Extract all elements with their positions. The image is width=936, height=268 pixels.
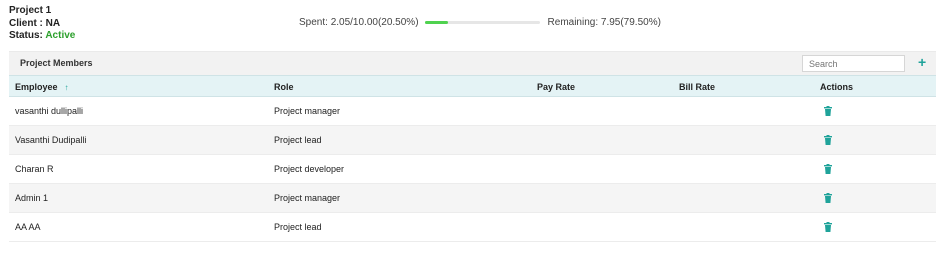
budget-progress-fill xyxy=(424,21,449,24)
trash-icon[interactable] xyxy=(824,164,832,174)
budget-progress-bar xyxy=(424,21,540,24)
employee-cell: Charan R xyxy=(15,164,54,174)
panel-title: Project Members xyxy=(20,58,93,68)
column-role[interactable]: Role xyxy=(274,82,294,92)
project-client: Client : NA xyxy=(9,17,61,29)
search-input[interactable] xyxy=(802,55,905,72)
column-employee[interactable]: Employee ↑ xyxy=(15,82,69,92)
plus-icon[interactable]: + xyxy=(918,55,926,69)
role-cell: Project manager xyxy=(274,106,341,116)
column-bill-rate[interactable]: Bill Rate xyxy=(679,82,715,92)
budget-summary: Spent: 2.05/10.00(20.50%) Remaining: 7.9… xyxy=(299,17,661,28)
project-info: Project 1 Client : NA Status: Active xyxy=(9,5,75,43)
employee-cell: Vasanthi Dudipalli xyxy=(15,135,87,145)
trash-icon[interactable] xyxy=(824,222,832,232)
employee-cell: AA AA xyxy=(15,222,41,232)
trash-icon[interactable] xyxy=(824,106,832,116)
table-header: Employee ↑ Role Pay Rate Bill Rate Action… xyxy=(9,75,936,97)
role-cell: Project developer xyxy=(274,164,345,174)
table-row: Charan R Project developer xyxy=(9,155,936,184)
spent-text: Spent: 2.05/10.00(20.50%) xyxy=(299,17,419,28)
status-label: Status: xyxy=(9,30,43,41)
column-actions: Actions xyxy=(820,82,854,92)
column-pay-rate[interactable]: Pay Rate xyxy=(537,82,575,92)
table-row: Vasanthi Dudipalli Project lead xyxy=(9,126,936,155)
table-body: vasanthi dullipalli Project manager Vasant… xyxy=(9,97,936,242)
project-name: Project 1 xyxy=(9,5,52,16)
status-badge: Active xyxy=(45,30,76,41)
table-row: vasanthi dullipalli Project manager xyxy=(9,97,936,126)
role-cell: Project lead xyxy=(274,135,322,145)
role-cell: Project lead xyxy=(274,222,322,232)
project-header: Project 1 Client : NA Status: Active Spe… xyxy=(0,0,936,46)
remaining-text: Remaining: 7.95(79.50%) xyxy=(547,17,661,28)
panel-header: Project Members + xyxy=(9,51,936,75)
table-row: Admin 1 Project manager xyxy=(9,184,936,213)
trash-icon[interactable] xyxy=(824,135,832,145)
employee-cell: vasanthi dullipalli xyxy=(15,106,84,116)
employee-cell: Admin 1 xyxy=(15,193,49,203)
trash-icon[interactable] xyxy=(824,193,832,203)
project-status: Status: Active xyxy=(9,30,75,43)
sort-ascending-icon[interactable]: ↑ xyxy=(65,83,69,92)
role-cell: Project manager xyxy=(274,193,341,203)
table-row: AA AA Project lead xyxy=(9,213,936,242)
project-members-panel: Project Members + Employee↑ Role Pay Rat… xyxy=(9,51,936,268)
